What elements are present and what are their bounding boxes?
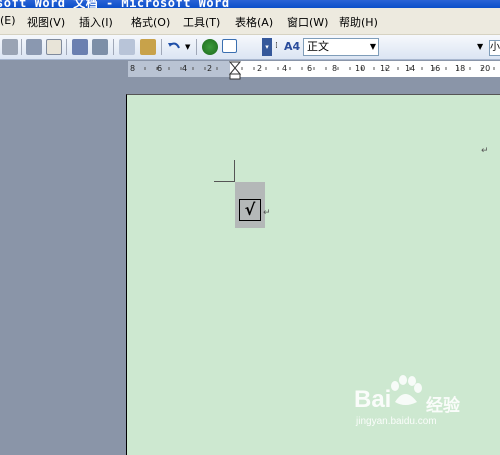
style-combobox[interactable]: 正文 ▼ (303, 38, 379, 56)
ruler-label: 8 (332, 64, 338, 73)
watermark-url: jingyan.baidu.com (356, 416, 437, 427)
ruler-label: 18 (455, 64, 466, 73)
ruler-label: 12 (380, 64, 391, 73)
hyperlink-icon[interactable] (202, 39, 218, 55)
toolbar-separator (66, 39, 67, 55)
toolbar-grip-icon: ⁞ (275, 41, 278, 51)
print-icon[interactable] (26, 39, 42, 55)
menu-insert[interactable]: 插入(I) (79, 14, 113, 30)
spelling-icon[interactable] (72, 39, 88, 55)
toolbar-separator (113, 39, 114, 55)
title-bar: soft Word 文档 - Microsoft Word (0, 0, 500, 8)
chevron-down-icon[interactable]: ▼ (370, 39, 376, 55)
menu-view[interactable]: 视图(V) (27, 14, 65, 30)
ruler-label: 4 (182, 64, 188, 73)
ruler-label: 10 (355, 64, 366, 73)
menu-bar: (E) 视图(V) 插入(I) 格式(O) 工具(T) 表格(A) 窗口(W) … (0, 8, 500, 35)
menu-format[interactable]: 格式(O) (131, 14, 170, 30)
baidu-paw-icon (391, 375, 422, 405)
print-preview-icon[interactable] (46, 39, 62, 55)
window-title: soft Word 文档 - Microsoft Word (0, 0, 230, 8)
toolbar-separator (196, 39, 197, 55)
ruler-label: 2 (257, 64, 263, 73)
ruler-label: 16 (430, 64, 441, 73)
style-value: 正文 (307, 40, 329, 53)
ruler-label: 6 (307, 64, 313, 73)
baidu-watermark: Bai 经验 jingyan.baidu.com (350, 372, 500, 432)
paragraph-mark: ↵ (481, 146, 489, 156)
undo-icon[interactable] (166, 39, 182, 55)
menu-table[interactable]: 表格(A) (235, 14, 273, 30)
watermark-brand: Bai (354, 386, 392, 413)
undo-dropdown-icon[interactable]: ▼ (185, 43, 190, 51)
margin-corner-mark (234, 160, 235, 182)
save-icon[interactable] (2, 39, 18, 55)
ruler-label: 4 (282, 64, 288, 73)
menu-tools[interactable]: 工具(T) (183, 14, 220, 30)
watermark-brand-suffix: 经验 (426, 396, 460, 416)
toolbar: ▼ ▾ ⁞ A4 ▼ 小 (0, 35, 500, 60)
menu-window[interactable]: 窗口(W) (287, 14, 328, 30)
font-size-dropdown-icon[interactable]: ▼ (477, 42, 483, 51)
ruler-label: 14 (405, 64, 416, 73)
toolbar-options-icon[interactable]: ▾ (262, 38, 272, 56)
menu-help[interactable]: 帮助(H) (339, 14, 378, 30)
insert-table-icon[interactable] (222, 39, 237, 53)
toolbar-separator (161, 39, 162, 55)
ruler-label: 8 (130, 64, 136, 73)
menu-edit[interactable]: (E) (0, 14, 16, 27)
ruler-label: 20 (480, 64, 491, 73)
margin-corner-mark (214, 181, 235, 182)
paste-icon[interactable] (140, 39, 156, 55)
copy-icon[interactable] (119, 39, 135, 55)
font-size-box[interactable]: 小 (489, 40, 500, 56)
checkbox-symbol[interactable]: √ (239, 199, 261, 221)
research-icon[interactable] (92, 39, 108, 55)
paragraph-mark: ↵ (263, 208, 271, 218)
styles-icon[interactable]: A4 (284, 40, 300, 53)
ruler-label: 2 (207, 64, 213, 73)
toolbar-separator (21, 39, 22, 55)
indent-marker-icon[interactable] (229, 61, 241, 81)
ruler-label: 6 (157, 64, 163, 73)
